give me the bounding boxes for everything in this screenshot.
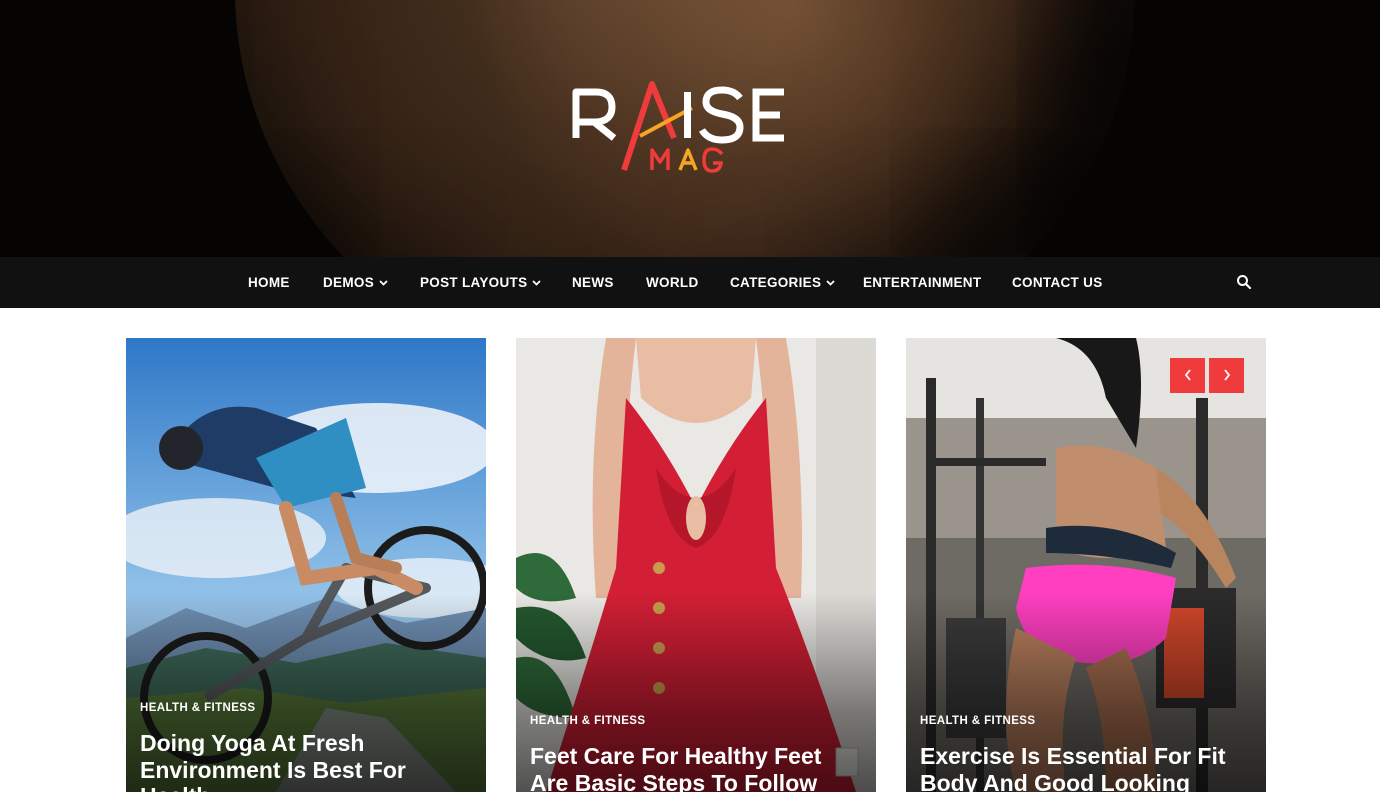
nav-item-world[interactable]: WORLD [646,257,699,308]
card-category[interactable]: HEALTH & FITNESS [920,715,1035,727]
nav-item-label: CATEGORIES [730,275,822,290]
nav-item-label: CONTACT US [1012,275,1103,290]
header-banner [0,0,1380,257]
search-icon[interactable] [1236,274,1252,290]
post-card-2[interactable]: HEALTH & FITNESS Feet Care For Healthy F… [516,338,876,792]
chevron-right-icon [1223,369,1230,381]
card-title[interactable]: Feet Care For Healthy Feet Are Basic Ste… [530,743,850,792]
card-category[interactable]: HEALTH & FITNESS [140,702,255,714]
nav-item-label: POST LAYOUTS [420,275,528,290]
main-nav: HOME DEMOS POST LAYOUTS NEWS WORLD CATEG… [0,257,1380,308]
site-logo[interactable] [570,78,830,178]
nav-item-contact-us[interactable]: CONTACT US [1012,257,1103,308]
card-title[interactable]: Exercise Is Essential For Fit Body And G… [920,743,1240,792]
nav-item-label: WORLD [646,275,699,290]
nav-item-categories[interactable]: CATEGORIES [730,257,835,308]
nav-item-post-layouts[interactable]: POST LAYOUTS [420,257,542,308]
nav-item-entertainment[interactable]: ENTERTAINMENT [863,257,981,308]
nav-item-label: NEWS [572,275,614,290]
nav-item-label: DEMOS [323,275,375,290]
chevron-down-icon [379,280,388,286]
nav-item-demos[interactable]: DEMOS [323,257,388,308]
nav-item-label: HOME [248,275,290,290]
chevron-down-icon [826,280,835,286]
card-category[interactable]: HEALTH & FITNESS [530,715,645,727]
chevron-left-icon [1184,369,1191,381]
post-card-3[interactable]: HEALTH & FITNESS Exercise Is Essential F… [906,338,1266,792]
nav-item-label: ENTERTAINMENT [863,275,982,290]
nav-item-news[interactable]: NEWS [572,257,614,308]
post-card-1[interactable]: HEALTH & FITNESS Doing Yoga At Fresh Env… [126,338,486,792]
slider-next-button[interactable] [1209,358,1244,393]
card-title[interactable]: Doing Yoga At Fresh Environment Is Best … [140,730,460,792]
chevron-down-icon [532,280,542,286]
nav-item-home[interactable]: HOME [248,257,290,308]
slider-prev-button[interactable] [1170,358,1205,393]
